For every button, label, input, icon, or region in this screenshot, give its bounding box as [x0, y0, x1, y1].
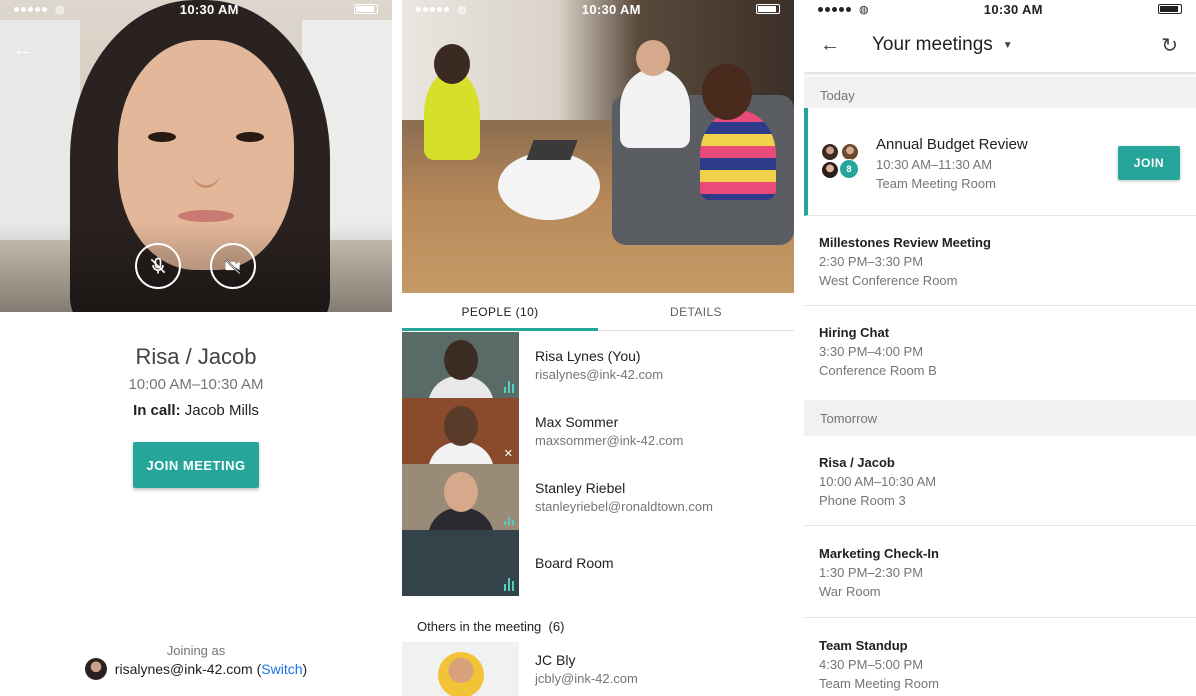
status-time: 10:30 AM — [983, 1, 1043, 17]
tab-details[interactable]: DETAILS — [598, 293, 794, 330]
status-bar: ◍ 10:30 AM — [0, 0, 392, 18]
meeting-item[interactable]: Marketing Check-In 1:30 PM–2:30 PM War R… — [804, 526, 1196, 618]
in-call-status: In call: Jacob Mills — [0, 402, 392, 419]
battery-icon — [1157, 4, 1182, 14]
meeting-room: Conference Room B — [819, 363, 937, 378]
participant-name: Board Room — [535, 555, 614, 571]
meeting-room: Phone Room 3 — [819, 493, 906, 508]
meeting-item[interactable]: Hiring Chat 3:30 PM–4:00 PM Conference R… — [804, 306, 1196, 396]
participant-name: Stanley Riebel — [535, 480, 626, 496]
account-row: risalynes@ink-42.com (Switch) — [0, 658, 392, 680]
participant-name: JC Bly — [535, 652, 576, 668]
section-header-tomorrow: Tomorrow — [804, 400, 1196, 436]
mic-off-button[interactable] — [135, 243, 181, 289]
avatar — [84, 658, 107, 680]
battery-icon — [353, 4, 378, 14]
status-bar: ◍ 10:30 AM — [804, 0, 1196, 18]
list-item[interactable]: Risa Lynes (You) risalynes@ink-42.com — [402, 332, 794, 398]
join-button[interactable]: JOIN — [1118, 146, 1180, 180]
tab-people[interactable]: PEOPLE (10) — [402, 293, 598, 331]
list-item[interactable]: ✕ Max Sommer maxsommer@ink-42.com — [402, 398, 794, 464]
signal-icon: ◍ — [818, 3, 869, 16]
join-meeting-button[interactable]: JOIN MEETING — [133, 442, 259, 488]
participant-email: maxsommer@ink-42.com — [535, 433, 684, 448]
camera-off-button[interactable] — [210, 243, 256, 289]
meeting-item[interactable]: Risa / Jacob 10:00 AM–10:30 AM Phone Roo… — [804, 436, 1196, 526]
your-meetings-screen: ◍ 10:30 AM ← Your meetings ▼ ↻ Today 8 A… — [804, 0, 1196, 696]
audio-level-icon — [504, 517, 514, 525]
meeting-name: Risa / Jacob — [819, 455, 895, 470]
meeting-time: 4:30 PM–5:00 PM — [819, 657, 924, 672]
list-item[interactable]: JC Bly jcbly@ink-42.com — [402, 642, 794, 696]
meeting-name: Millestones Review Meeting — [819, 235, 991, 250]
participant-email: jcbly@ink-42.com — [535, 671, 638, 686]
meeting-time: 1:30 PM–2:30 PM — [819, 565, 924, 580]
mic-off-icon — [150, 257, 166, 274]
participant-video-thumb: ✕ — [402, 398, 519, 464]
list-item[interactable]: Stanley Riebel stanleyriebel@ronaldtown.… — [402, 464, 794, 530]
participant-email: risalynes@ink-42.com — [535, 367, 664, 382]
meeting-name: Hiring Chat — [819, 325, 890, 340]
main-video-feed — [402, 0, 794, 293]
self-video-preview — [0, 0, 392, 312]
participants-list: Risa Lynes (You) risalynes@ink-42.com ✕ … — [402, 332, 794, 596]
participant-email: stanleyriebel@ronaldtown.com — [535, 499, 713, 514]
participant-name: Risa Lynes (You) — [535, 348, 641, 364]
list-item[interactable]: Board Room — [402, 530, 794, 596]
meeting-time: 2:30 PM–3:30 PM — [819, 254, 924, 269]
in-call-label: In call: — [133, 402, 181, 419]
page-title[interactable]: Your meetings — [872, 34, 993, 56]
joining-as-label: Joining as — [166, 643, 226, 658]
status-time: 10:30 AM — [581, 1, 641, 17]
participant-video-thumb — [402, 530, 519, 596]
meeting-room: Team Meeting Room — [819, 676, 939, 691]
meeting-time: 10:00 AM–10:30 AM — [128, 376, 264, 393]
meeting-time: 3:30 PM–4:00 PM — [819, 344, 924, 359]
meeting-item[interactable]: Millestones Review Meeting 2:30 PM–3:30 … — [804, 216, 1196, 306]
meeting-title: Risa / Jacob — [135, 344, 257, 369]
avatar — [402, 642, 519, 696]
paren-close: ) — [302, 661, 308, 677]
app-bar: ← Your meetings ▼ ↻ — [804, 18, 1196, 72]
meeting-item-featured[interactable]: 8 Annual Budget Review 10:30 AM–11:30 AM… — [804, 108, 1196, 216]
signal-icon: ◍ — [14, 3, 65, 16]
mic-off-icon: ✕ — [503, 448, 513, 460]
videocam-off-icon — [224, 258, 241, 275]
avatar — [821, 161, 839, 179]
meeting-room: War Room — [819, 584, 881, 599]
meeting-room: West Conference Room — [819, 273, 958, 288]
in-call-people-screen: ◍ 10:30 AM PEOPLE (10) DETAILS Risa Lyne… — [402, 0, 794, 696]
people-details-tabs: PEOPLE (10) DETAILS — [402, 293, 794, 331]
meeting-item[interactable]: Team Standup 4:30 PM–5:00 PM Team Meetin… — [804, 618, 1196, 696]
others-header-label: Others in the meeting — [417, 619, 542, 634]
caret-down-icon[interactable]: ▼ — [1003, 40, 1013, 51]
audio-level-icon — [504, 381, 514, 393]
status-time: 10:30 AM — [179, 1, 239, 17]
attendee-avatars: 8 — [821, 143, 861, 183]
signal-icon: ◍ — [416, 3, 467, 16]
arrow-back-icon[interactable]: ← — [820, 34, 850, 57]
audio-level-icon — [504, 578, 514, 591]
battery-icon — [755, 4, 780, 14]
others-header: Others in the meeting (6) — [417, 619, 564, 634]
avatar — [821, 143, 839, 161]
meeting-name: Marketing Check-In — [819, 546, 939, 561]
refresh-icon[interactable]: ↻ — [1161, 33, 1178, 58]
meeting-time: 10:00 AM–10:30 AM — [819, 474, 937, 489]
participant-video-thumb — [402, 464, 519, 530]
arrow-back-icon[interactable]: ← — [12, 36, 34, 62]
in-call-name: Jacob Mills — [184, 402, 259, 419]
account-email: risalynes@ink-42.com — [114, 661, 253, 677]
meeting-name: Team Standup — [819, 638, 908, 653]
participant-video-thumb — [402, 332, 519, 398]
switch-account-link[interactable]: Switch — [261, 661, 302, 677]
pre-join-screen: ◍ 10:30 AM ← Risa / Jacob 10:00 AM–10:30… — [0, 0, 392, 696]
participant-name: Max Sommer — [535, 414, 619, 430]
others-count: (6) — [548, 619, 565, 634]
attendee-count-badge: 8 — [839, 159, 859, 179]
status-bar: ◍ 10:30 AM — [402, 0, 794, 18]
